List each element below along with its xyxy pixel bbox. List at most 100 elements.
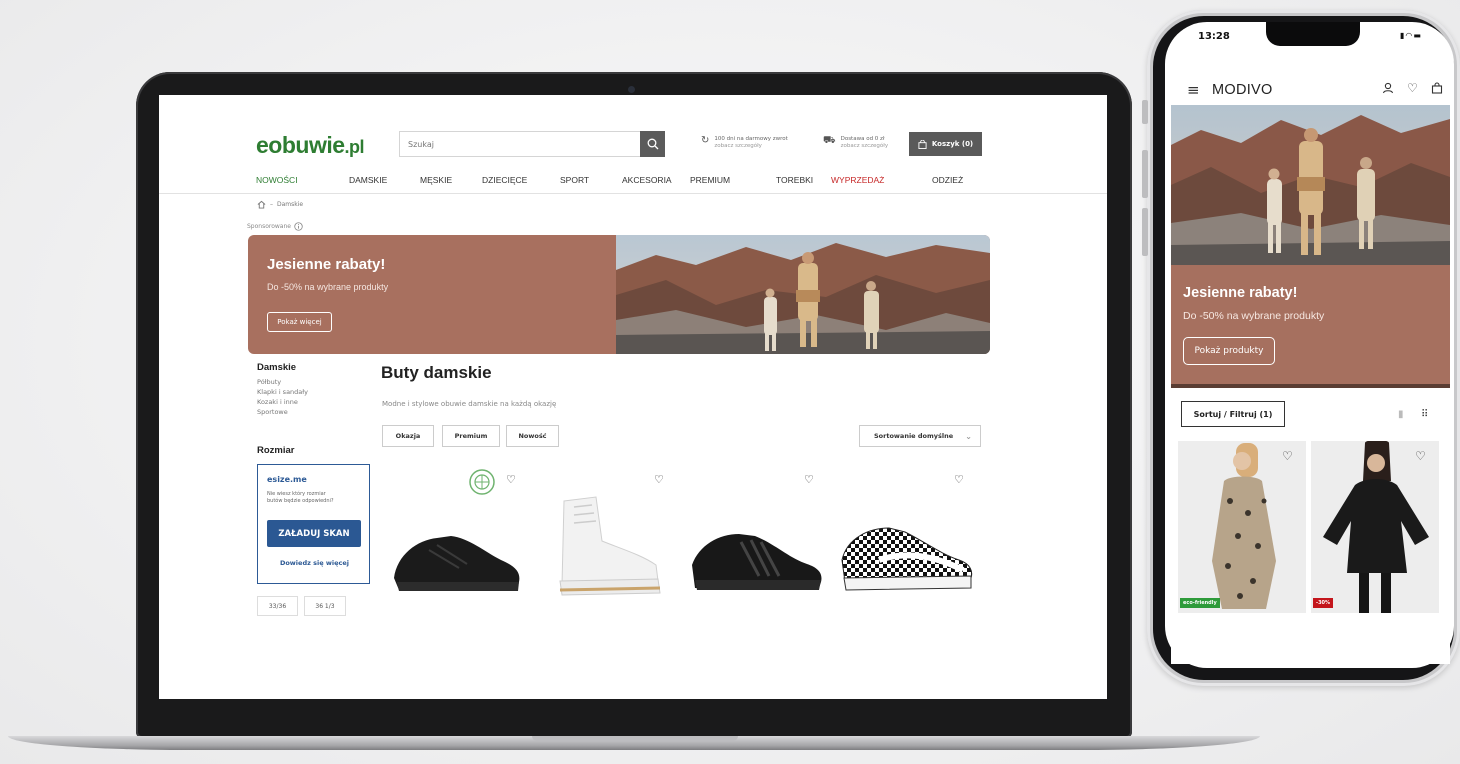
bag-icon[interactable] bbox=[1431, 82, 1443, 94]
filter-chip-nowosc[interactable]: Nowość bbox=[506, 425, 559, 447]
phone-button bbox=[1142, 208, 1148, 256]
phone-bottom-area bbox=[1171, 614, 1450, 664]
heart-icon[interactable]: ♡ bbox=[506, 473, 516, 486]
sidebar-item-polbuty[interactable]: Półbuty bbox=[257, 377, 308, 387]
size-option[interactable]: 36 1/3 bbox=[304, 596, 346, 616]
banner-title: Jesienne rabaty! bbox=[267, 256, 386, 273]
filter-chip-premium[interactable]: Premium bbox=[442, 425, 500, 447]
menu-icon[interactable]: ≡ bbox=[1187, 81, 1200, 99]
nav-item-wyprzedaz[interactable]: WYPRZEDAŻ bbox=[831, 175, 884, 185]
sidebar-heading: Damskie bbox=[257, 362, 297, 373]
promo-banner[interactable]: Jesienne rabaty! Do -50% na wybrane prod… bbox=[1171, 265, 1450, 385]
sponsored-label: Sponsorowane bbox=[247, 222, 303, 231]
home-icon[interactable] bbox=[257, 200, 266, 209]
bag-icon bbox=[918, 139, 927, 149]
sidebar-item-kozaki[interactable]: Kozaki i inne bbox=[257, 397, 308, 407]
sort-filter-button[interactable]: Sortuj / Filtruj (1) bbox=[1181, 401, 1285, 427]
site-logo[interactable]: MODIVO bbox=[1212, 82, 1273, 98]
esize-text: Nie wiesz który rozmiar butów będzie odp… bbox=[267, 491, 334, 504]
banner-button[interactable]: Pokaż więcej bbox=[267, 312, 332, 332]
product-image-white-high-sneaker[interactable] bbox=[544, 493, 664, 598]
laptop-screen: eobuwie.pl ↻ 100 dni na darmowy zwrotzob… bbox=[159, 95, 1107, 699]
search-field[interactable] bbox=[399, 131, 665, 157]
sidebar-item-klapki[interactable]: Klapki i sandały bbox=[257, 387, 308, 397]
nav-item-sport[interactable]: SPORT bbox=[560, 175, 589, 185]
search-icon bbox=[647, 138, 658, 150]
banner-subtitle: Do -50% na wybrane produkty bbox=[1183, 310, 1325, 322]
banner-photo bbox=[616, 235, 990, 354]
banner-title: Jesienne rabaty! bbox=[1183, 285, 1298, 301]
mockup-stage: eobuwie.pl ↻ 100 dni na darmowy zwrotzob… bbox=[0, 0, 1460, 764]
laptop-camera bbox=[628, 86, 635, 93]
header-divider bbox=[159, 193, 1107, 194]
cart-button[interactable]: Koszyk (0) bbox=[909, 132, 982, 156]
product-card[interactable]: ♡ -30% bbox=[1311, 441, 1439, 613]
heart-icon[interactable]: ♡ bbox=[1282, 449, 1293, 463]
heart-icon[interactable]: ♡ bbox=[1415, 449, 1426, 463]
nav-item-torebki[interactable]: TOREBKI bbox=[776, 175, 813, 185]
breadcrumb-current[interactable]: Damskie bbox=[277, 201, 303, 208]
nav-item-meskie[interactable]: MĘSKIE bbox=[420, 175, 452, 185]
return-icon: ↻ bbox=[701, 135, 710, 146]
banner-divider bbox=[1171, 384, 1450, 388]
nav-item-akcesoria[interactable]: AKCESORIA bbox=[622, 175, 672, 185]
breadcrumb: – Damskie bbox=[257, 200, 303, 209]
nav-item-odziez[interactable]: ODZIEŻ bbox=[932, 175, 963, 185]
product-image-checkered-sneaker[interactable] bbox=[839, 520, 974, 595]
hero-photo bbox=[1171, 105, 1450, 265]
sidebar-item-sportowe[interactable]: Sportowe bbox=[257, 407, 308, 417]
phone-dynamic-island bbox=[1266, 22, 1360, 46]
search-button[interactable] bbox=[640, 131, 665, 157]
heart-icon[interactable]: ♡ bbox=[654, 473, 664, 486]
size-option[interactable]: 33/36 bbox=[257, 596, 298, 616]
truck-icon: ⛟ bbox=[823, 135, 836, 146]
user-icon[interactable] bbox=[1382, 82, 1394, 94]
discount-badge: -30% bbox=[1313, 598, 1334, 608]
returns-details-link[interactable]: zobacz szczegóły bbox=[714, 143, 787, 150]
eco-badge: eco-friendly bbox=[1180, 598, 1220, 608]
eco-globe-icon bbox=[469, 469, 495, 495]
product-image-black-suede-sneaker[interactable] bbox=[689, 520, 824, 595]
heart-icon[interactable]: ♡ bbox=[1407, 82, 1418, 94]
site-logo[interactable]: eobuwie.pl bbox=[256, 132, 365, 159]
promo-banner[interactable]: Jesienne rabaty! Do -50% na wybrane prod… bbox=[248, 235, 990, 354]
sidebar-category-list: Półbuty Klapki i sandały Kozaki i inne S… bbox=[257, 377, 308, 417]
banner-button[interactable]: Pokaż produkty bbox=[1183, 337, 1275, 365]
grid-view-icon[interactable]: ⠿ bbox=[1421, 409, 1428, 420]
cart-label: Koszyk (0) bbox=[931, 140, 974, 148]
page-title: Buty damskie bbox=[381, 363, 492, 382]
esize-widget: esize.me Nie wiesz który rozmiar butów b… bbox=[257, 464, 370, 584]
size-heading: Rozmiar bbox=[257, 445, 295, 456]
status-indicators: ▮◠▬ bbox=[1400, 31, 1422, 40]
phone-button bbox=[1142, 100, 1148, 124]
load-scan-button[interactable]: ZAŁADUJ SKAN bbox=[267, 520, 361, 547]
single-column-view-icon[interactable]: ▮ bbox=[1398, 409, 1404, 420]
delivery-details-link[interactable]: zobacz szczegóły bbox=[841, 143, 889, 150]
returns-info[interactable]: ↻ 100 dni na darmowy zwrot zobacz szczegó… bbox=[701, 136, 788, 150]
info-icon[interactable] bbox=[294, 222, 303, 231]
page-description: Modne i stylowe obuwie damskie na każdą … bbox=[382, 400, 557, 408]
status-time: 13:28 bbox=[1198, 31, 1230, 42]
esize-logo: esize.me bbox=[267, 475, 307, 484]
chevron-down-icon: ⌄ bbox=[965, 431, 972, 441]
banner-subtitle: Do -50% na wybrane produkty bbox=[267, 282, 389, 292]
product-image-black-dress bbox=[1311, 441, 1439, 613]
delivery-info[interactable]: ⛟ Dostawa od 0 zł zobacz szczegóły bbox=[823, 136, 888, 150]
heart-icon[interactable]: ♡ bbox=[954, 473, 964, 486]
returns-text: 100 dni na darmowy zwrot bbox=[714, 136, 788, 142]
nav-item-premium[interactable]: PREMIUM bbox=[690, 175, 730, 185]
filter-chip-okazja[interactable]: Okazja bbox=[382, 425, 434, 447]
product-image-black-sneaker[interactable] bbox=[389, 520, 524, 595]
sort-select[interactable]: Sortowanie domyślne ⌄ bbox=[859, 425, 981, 447]
product-card[interactable]: ♡ eco-friendly bbox=[1178, 441, 1306, 613]
battery-icon: ▬ bbox=[1413, 31, 1422, 40]
phone-button bbox=[1142, 150, 1148, 198]
search-input[interactable] bbox=[400, 139, 640, 149]
nav-item-dzieciece[interactable]: DZIECIĘCE bbox=[482, 175, 527, 185]
learn-more-link[interactable]: Dowiedz się więcej bbox=[258, 559, 371, 567]
heart-icon[interactable]: ♡ bbox=[804, 473, 814, 486]
nav-item-nowosci[interactable]: NOWOŚCI bbox=[256, 175, 298, 185]
nav-item-damskie[interactable]: DAMSKIE bbox=[349, 175, 387, 185]
delivery-text: Dostawa od 0 zł bbox=[840, 136, 885, 142]
header-icons: ♡ bbox=[1382, 82, 1443, 94]
